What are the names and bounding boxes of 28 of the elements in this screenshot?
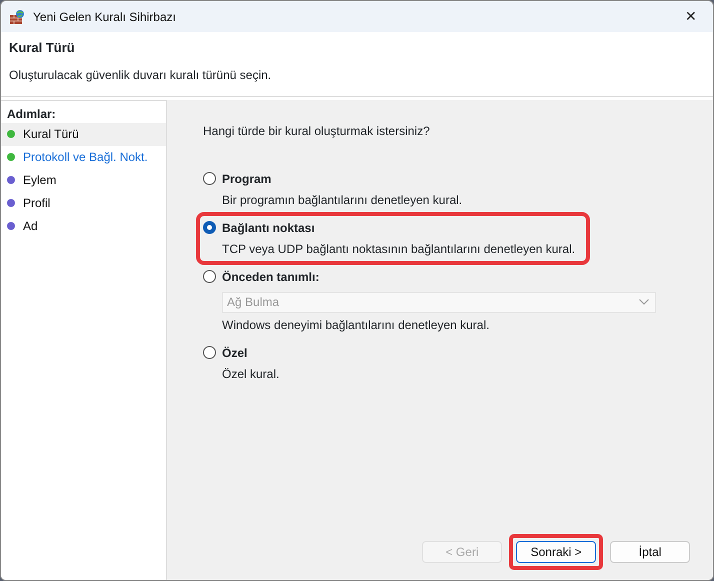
option-description: Bir programın bağlantılarını denetleyen kural. — [222, 192, 464, 208]
firewall-icon — [9, 8, 25, 24]
option-label: Önceden tanımlı: — [222, 268, 320, 286]
page-title: Kural Türü — [9, 39, 76, 57]
question-text: Hangi türde bir kural oluşturmak istersiniz? — [203, 122, 431, 140]
option-description: TCP veya UDP bağlantı noktasının bağlantılarını denetleyen kural. — [222, 240, 576, 258]
step-item[interactable]: Ad — [1, 214, 166, 238]
chevron-icon — [639, 299, 649, 305]
radio-button[interactable] — [203, 270, 216, 283]
option-description: Özel kural. — [222, 366, 280, 382]
page-subtitle: Oluşturulacak güvenlik duvarı kuralı türünü seçin. — [9, 66, 272, 84]
option-label: Program — [222, 170, 272, 188]
step-item[interactable]: Profil — [1, 192, 166, 214]
radio-button[interactable] — [203, 172, 216, 185]
radio-button[interactable] — [203, 221, 216, 234]
option-label: Bağlantı noktası — [222, 220, 315, 236]
wizard-button[interactable]: Sonraki > — [516, 541, 596, 563]
wizard-button[interactable]: İptal — [610, 541, 690, 563]
step-item[interactable]: Protokoll ve Bağl. Nokt. — [1, 146, 166, 168]
option-description: Windows deneyimi bağlantılarını denetleyen kural. — [222, 316, 490, 334]
steps-title: Adımlar: — [6, 106, 57, 122]
option-label: Özel — [222, 344, 248, 362]
close-button[interactable]: ✕ — [669, 1, 713, 32]
radio-button[interactable] — [203, 346, 216, 359]
step-item[interactable]: Kural Türü — [1, 122, 166, 146]
window-title: Yeni Gelen Kuralı Sihirbazı — [33, 8, 176, 26]
dropdown: Ağ Bulma — [222, 292, 656, 312]
step-item[interactable]: Eylem — [1, 168, 166, 192]
